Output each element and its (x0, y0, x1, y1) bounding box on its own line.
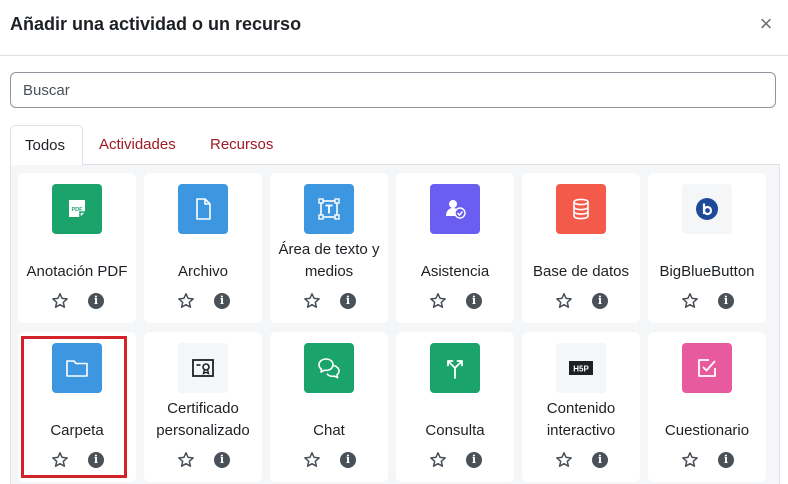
module-label: Archivo (144, 261, 262, 283)
dialog-title: Añadir una actividad o un recurso (10, 14, 302, 34)
module-label-line: BigBlueButton (659, 263, 755, 280)
module-label: Certificado personalizado (144, 398, 262, 442)
module-card-bigbluebutton[interactable]: BigBlueButton i (648, 173, 766, 323)
module-label-line: Área de texto y (278, 241, 380, 258)
module-card-archivo[interactable]: Archivo i (144, 173, 262, 323)
star-icon[interactable] (303, 451, 321, 469)
module-card-base-de-datos[interactable]: Base de datos i (522, 173, 640, 323)
text-media-icon (304, 184, 354, 234)
star-icon[interactable] (429, 451, 447, 469)
star-icon[interactable] (555, 451, 573, 469)
quiz-icon (682, 343, 732, 393)
module-label-line: Certificado (167, 400, 239, 417)
star-icon[interactable] (555, 292, 573, 310)
bigbluebutton-icon (682, 184, 732, 234)
module-label: BigBlueButton (648, 261, 766, 283)
chat-icon (304, 343, 354, 393)
pdf-annotation-icon: PDF (52, 184, 102, 234)
attendance-icon (430, 184, 480, 234)
module-card-chat[interactable]: Chat i (270, 332, 388, 482)
info-icon[interactable]: i (718, 452, 734, 468)
module-label-line: Contenido (546, 400, 616, 417)
module-card-anotacion-pdf[interactable]: PDF Anotación PDF i (18, 173, 136, 323)
module-label-line: Chat (313, 422, 345, 439)
module-label-line: Consulta (425, 422, 485, 439)
tab-bar: Todos Actividades Recursos (10, 125, 780, 166)
star-icon[interactable] (177, 292, 195, 310)
module-label: Consulta (396, 420, 514, 442)
database-icon (556, 184, 606, 234)
info-icon[interactable]: i (592, 452, 608, 468)
module-label: Área de texto y medios (270, 239, 388, 283)
tab-todos[interactable]: Todos (10, 125, 83, 166)
info-icon[interactable]: i (592, 293, 608, 309)
module-label-line: Anotación PDF (26, 263, 128, 280)
info-icon[interactable]: i (466, 452, 482, 468)
svg-text:PDF: PDF (72, 207, 84, 213)
info-icon[interactable]: i (466, 293, 482, 309)
choice-icon (430, 343, 480, 393)
module-label: Contenido interactivo (522, 398, 640, 442)
module-label: Chat (270, 420, 388, 442)
dialog-header: Añadir una actividad o un recurso × (0, 0, 788, 56)
star-icon[interactable] (303, 292, 321, 310)
selection-highlight (21, 336, 127, 478)
module-label-line: Asistencia (420, 263, 490, 280)
module-card-cuestionario[interactable]: Cuestionario i (648, 332, 766, 482)
module-label: Cuestionario (648, 420, 766, 442)
star-icon[interactable] (681, 451, 699, 469)
info-icon[interactable]: i (214, 293, 230, 309)
h5p-icon: H5P (556, 343, 606, 393)
star-icon[interactable] (177, 451, 195, 469)
module-card-area-de-texto-y-medios[interactable]: Área de texto y medios i (270, 173, 388, 323)
module-label-line: personalizado (156, 422, 250, 439)
star-icon[interactable] (51, 292, 69, 310)
module-label-line: medios (304, 263, 354, 280)
module-card-contenido-interactivo[interactable]: H5P Contenido interactivo i (522, 332, 640, 482)
svg-text:H5P: H5P (573, 365, 589, 374)
module-label-line: interactivo (546, 422, 616, 439)
info-icon[interactable]: i (718, 293, 734, 309)
module-label: Anotación PDF (18, 261, 136, 283)
module-label: Asistencia (396, 261, 514, 283)
info-icon[interactable]: i (88, 293, 104, 309)
module-label: Base de datos (522, 261, 640, 283)
certificate-icon (178, 343, 228, 393)
info-icon[interactable]: i (340, 293, 356, 309)
module-label-line: Cuestionario (664, 422, 750, 439)
star-icon[interactable] (429, 292, 447, 310)
module-card-consulta[interactable]: Consulta i (396, 332, 514, 482)
file-icon (178, 184, 228, 234)
module-label-line: Base de datos (533, 263, 629, 280)
close-icon[interactable]: × (756, 13, 776, 35)
info-icon[interactable]: i (340, 452, 356, 468)
tab-recursos[interactable]: Recursos (196, 125, 287, 165)
info-icon[interactable]: i (214, 452, 230, 468)
search-input[interactable] (10, 72, 776, 108)
module-label-line: Archivo (177, 263, 229, 280)
module-card-certificado-personalizado[interactable]: Certificado personalizado i (144, 332, 262, 482)
tab-actividades[interactable]: Actividades (85, 125, 190, 165)
star-icon[interactable] (681, 292, 699, 310)
module-card-asistencia[interactable]: Asistencia i (396, 173, 514, 323)
